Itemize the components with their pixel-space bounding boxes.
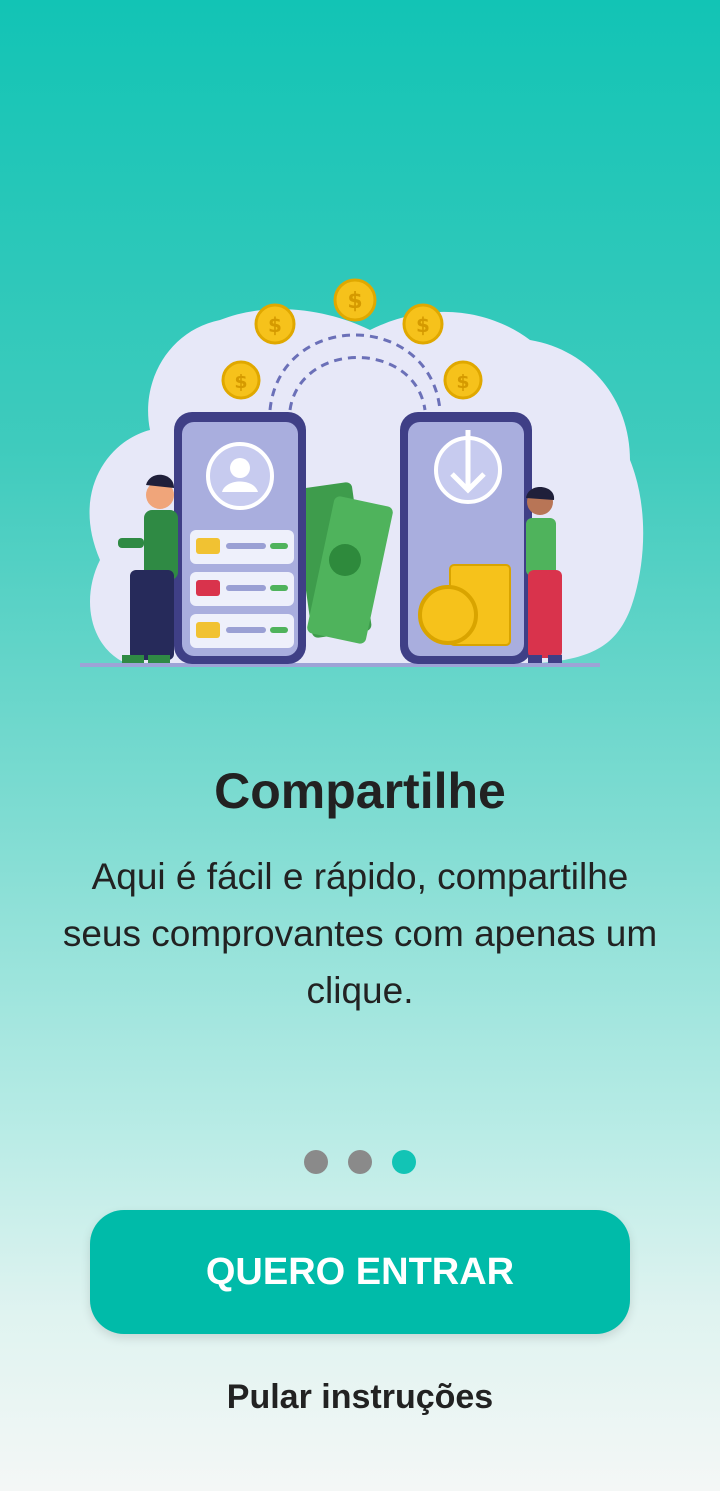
ground-line	[80, 663, 600, 667]
money-transfer-illustration: $ $ $ $ $	[80, 278, 644, 667]
svg-text:$: $	[234, 371, 247, 393]
skip-instructions-link[interactable]: Pular instruções	[0, 1378, 720, 1417]
page-dot-1[interactable]	[304, 1150, 328, 1174]
page-indicator	[0, 1150, 720, 1174]
coin-icon: $	[402, 303, 444, 345]
sender-phone	[174, 412, 306, 664]
coin-icon: $	[221, 360, 261, 400]
quero-entrar-button[interactable]: QUERO ENTRAR	[90, 1210, 630, 1334]
svg-text:$: $	[416, 313, 430, 337]
coin-icon: $	[254, 303, 296, 345]
svg-text:$: $	[268, 313, 282, 337]
page-dot-3-active[interactable]	[392, 1150, 416, 1174]
receiver-phone	[400, 412, 532, 664]
onboarding-title: Compartilhe	[214, 763, 506, 819]
coin-icon: $	[333, 278, 377, 322]
page-dot-2[interactable]	[348, 1150, 372, 1174]
onboarding-description: Aqui é fácil e rápido, compartilhe seus …	[62, 856, 658, 1011]
user-profile-icon	[206, 442, 274, 510]
svg-text:$: $	[456, 371, 469, 393]
svg-text:$: $	[347, 289, 362, 314]
coin-icon: $	[443, 360, 483, 400]
